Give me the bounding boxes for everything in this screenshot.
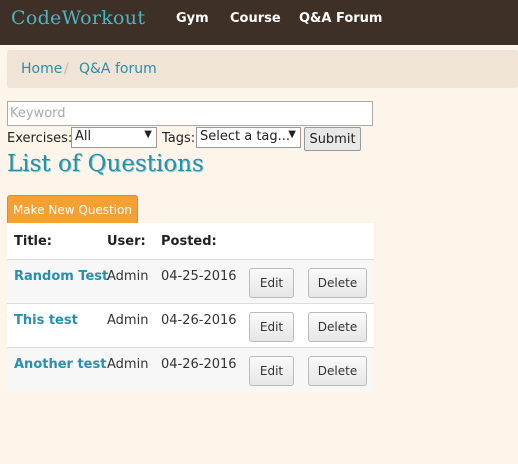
submit-button[interactable]: Submit bbox=[304, 127, 361, 151]
make-new-question-button[interactable]: Make New Question bbox=[7, 195, 138, 225]
breadcrumb: Home / Q&A forum bbox=[7, 50, 518, 88]
header-posted: Posted: bbox=[161, 234, 217, 249]
page-title: List of Questions bbox=[7, 151, 204, 177]
dropdown-arrow-icon: ▼ bbox=[288, 129, 296, 140]
question-user: Admin bbox=[107, 357, 149, 372]
exercises-select[interactable]: All ▼ bbox=[71, 127, 157, 148]
exercises-select-value: All bbox=[75, 129, 92, 144]
delete-button[interactable]: Delete bbox=[308, 356, 367, 386]
question-posted: 04-26-2016 bbox=[161, 313, 237, 328]
table-row: Another test Admin 04-26-2016 Edit Delet… bbox=[7, 347, 374, 391]
question-title-link[interactable]: This test bbox=[14, 313, 78, 328]
header-title: Title: bbox=[14, 234, 53, 249]
edit-button[interactable]: Edit bbox=[249, 268, 294, 298]
question-user: Admin bbox=[107, 313, 149, 328]
nav-qa-forum[interactable]: Q&A Forum bbox=[299, 11, 382, 26]
question-user: Admin bbox=[107, 269, 149, 284]
tags-select[interactable]: Select a tag... ▼ bbox=[196, 127, 301, 148]
dropdown-arrow-icon: ▼ bbox=[144, 129, 152, 140]
breadcrumb-home[interactable]: Home bbox=[21, 61, 62, 77]
question-title-link[interactable]: Random Test bbox=[14, 269, 108, 284]
tags-label: Tags: bbox=[162, 131, 196, 146]
breadcrumb-separator: / bbox=[64, 61, 69, 77]
top-navbar: CodeWorkout Gym Course Q&A Forum bbox=[0, 0, 518, 45]
table-row: This test Admin 04-26-2016 Edit Delete bbox=[7, 303, 374, 347]
table-header: Title: User: Posted: bbox=[7, 223, 374, 259]
exercises-label: Exercises: bbox=[7, 131, 73, 146]
questions-table: Title: User: Posted: Random Test Admin 0… bbox=[7, 223, 374, 391]
delete-button[interactable]: Delete bbox=[308, 312, 367, 342]
nav-course[interactable]: Course bbox=[230, 11, 281, 26]
brand-logo[interactable]: CodeWorkout bbox=[11, 7, 145, 29]
edit-button[interactable]: Edit bbox=[249, 356, 294, 386]
nav-gym[interactable]: Gym bbox=[176, 11, 209, 26]
breadcrumb-qa-forum[interactable]: Q&A forum bbox=[79, 61, 157, 77]
keyword-search-input[interactable] bbox=[7, 101, 373, 126]
question-posted: 04-26-2016 bbox=[161, 357, 237, 372]
table-row: Random Test Admin 04-25-2016 Edit Delete bbox=[7, 259, 374, 303]
edit-button[interactable]: Edit bbox=[249, 312, 294, 342]
question-posted: 04-25-2016 bbox=[161, 269, 237, 284]
header-user: User: bbox=[107, 234, 146, 249]
tags-select-value: Select a tag... bbox=[200, 129, 291, 144]
question-title-link[interactable]: Another test bbox=[14, 357, 106, 372]
delete-button[interactable]: Delete bbox=[308, 268, 367, 298]
